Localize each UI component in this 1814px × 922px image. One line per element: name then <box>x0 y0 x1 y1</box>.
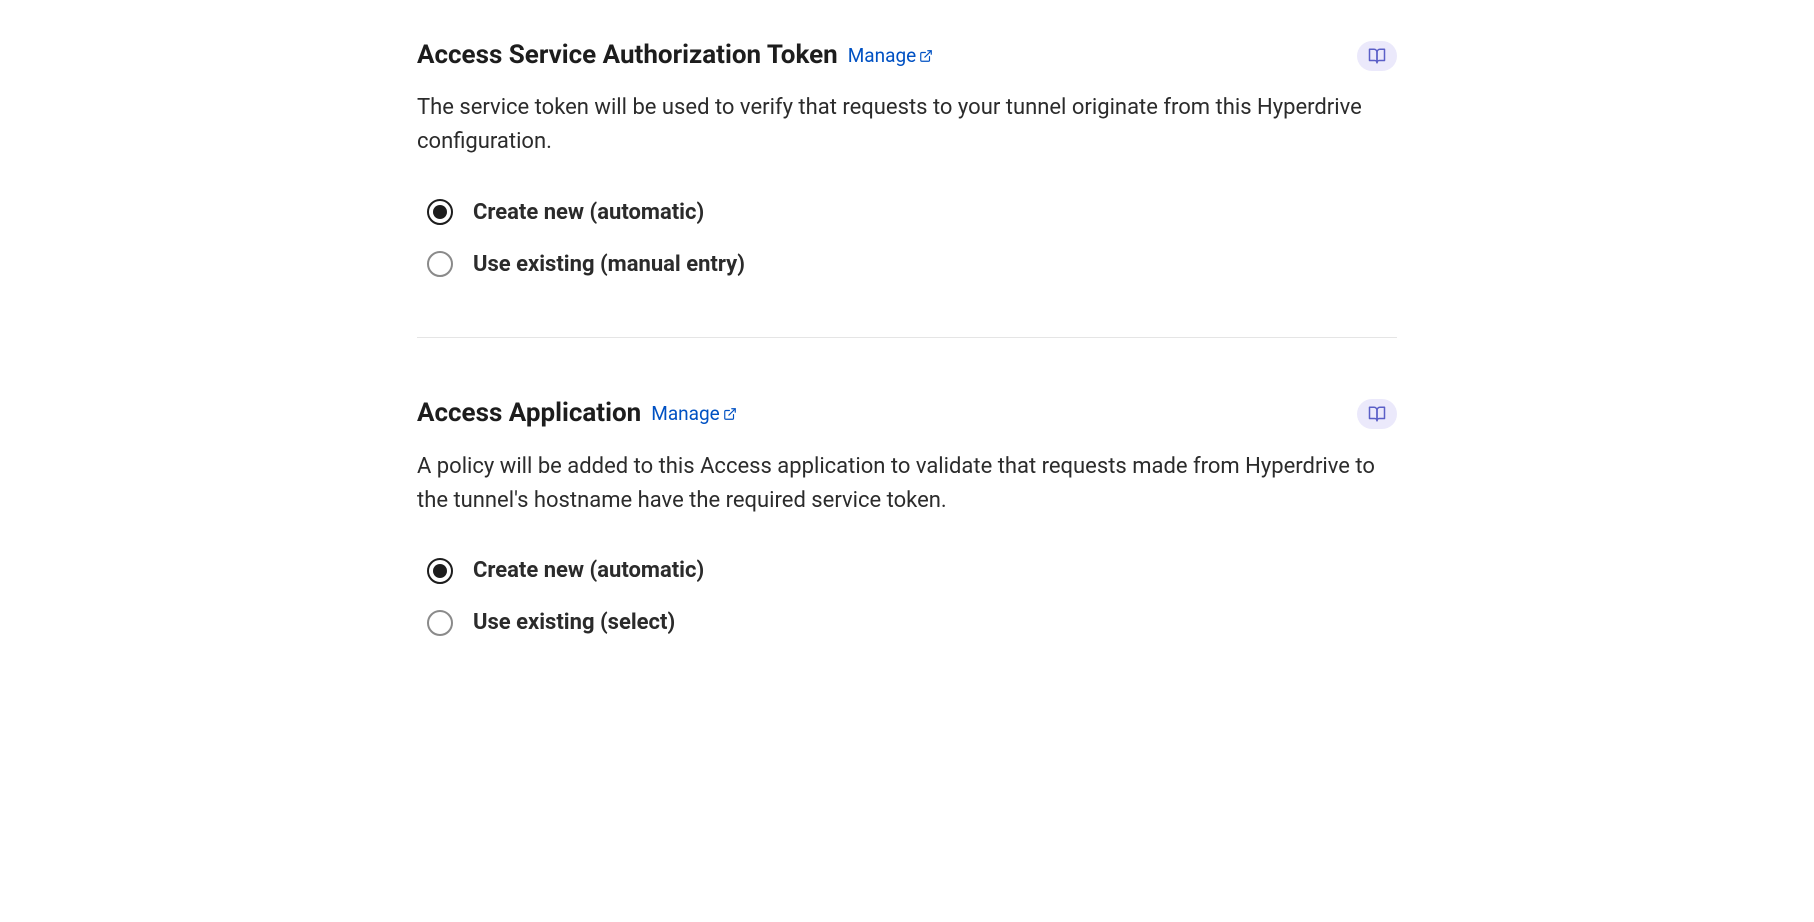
radio-label: Use existing (manual entry) <box>473 252 745 277</box>
section-title-token: Access Service Authorization Token <box>417 40 838 71</box>
radio-group-application: Create new (automatic) Use existing (sel… <box>417 558 1397 636</box>
manage-link-label: Manage <box>848 44 917 67</box>
radio-dot-icon <box>433 564 447 578</box>
section-divider <box>417 337 1397 338</box>
radio-application-existing[interactable]: Use existing (select) <box>427 610 1397 636</box>
book-icon <box>1368 405 1386 423</box>
section-description-token: The service token will be used to verify… <box>417 91 1377 159</box>
section-access-application: Access Application Manage A policy will <box>417 398 1397 695</box>
section-header-application: Access Application Manage <box>417 398 1397 429</box>
settings-container: Access Service Authorization Token Manag… <box>397 40 1417 696</box>
section-header-token: Access Service Authorization Token Manag… <box>417 40 1397 71</box>
section-description-application: A policy will be added to this Access ap… <box>417 450 1377 518</box>
radio-dot-icon <box>433 205 447 219</box>
radio-label: Create new (automatic) <box>473 558 704 583</box>
header-left-token: Access Service Authorization Token Manag… <box>417 40 933 71</box>
manage-link-application[interactable]: Manage <box>651 402 737 425</box>
docs-button-token[interactable] <box>1357 41 1397 71</box>
radio-label: Create new (automatic) <box>473 200 704 225</box>
docs-button-application[interactable] <box>1357 399 1397 429</box>
radio-group-token: Create new (automatic) Use existing (man… <box>417 199 1397 277</box>
radio-indicator <box>427 199 453 225</box>
radio-application-create[interactable]: Create new (automatic) <box>427 558 1397 584</box>
external-link-icon <box>919 49 933 63</box>
book-icon <box>1368 47 1386 65</box>
radio-indicator <box>427 251 453 277</box>
section-access-token: Access Service Authorization Token Manag… <box>417 40 1397 337</box>
radio-token-existing[interactable]: Use existing (manual entry) <box>427 251 1397 277</box>
section-title-application: Access Application <box>417 398 641 429</box>
radio-token-create[interactable]: Create new (automatic) <box>427 199 1397 225</box>
header-left-application: Access Application Manage <box>417 398 737 429</box>
radio-indicator <box>427 558 453 584</box>
manage-link-token[interactable]: Manage <box>848 44 934 67</box>
external-link-icon <box>723 407 737 421</box>
radio-indicator <box>427 610 453 636</box>
radio-label: Use existing (select) <box>473 610 675 635</box>
manage-link-label: Manage <box>651 402 720 425</box>
